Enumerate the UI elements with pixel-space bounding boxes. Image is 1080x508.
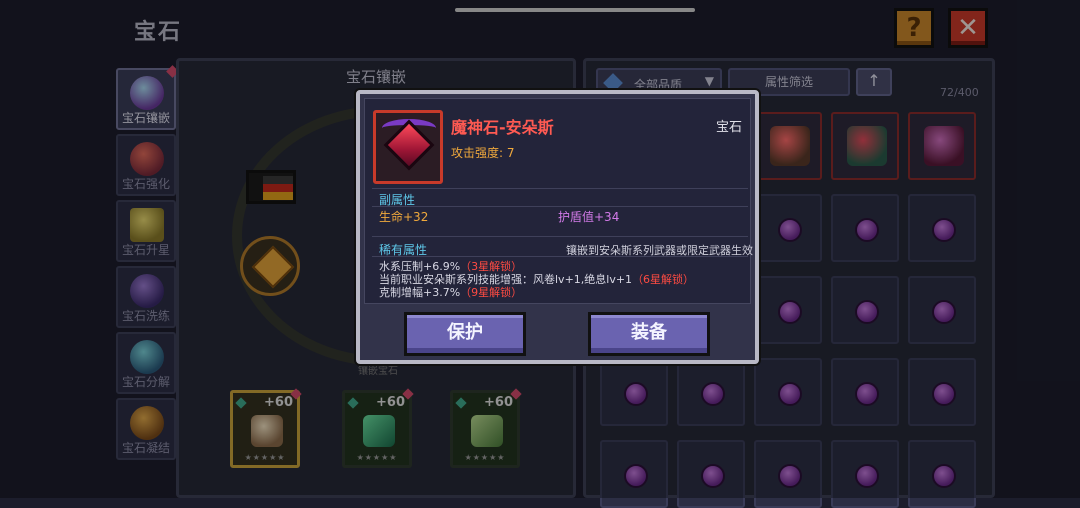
tab-gem-decompose[interactable]: 宝石分解 (116, 332, 176, 394)
help-button[interactable]: ? (894, 8, 934, 48)
item-type: 宝石 (716, 120, 743, 135)
tab-gem-star[interactable]: 宝石升星 (116, 200, 176, 262)
gem-level: +60 (376, 395, 405, 410)
socket-hint: 镶嵌宝石 (358, 366, 398, 377)
inventory-slot[interactable] (908, 276, 976, 344)
inventory-slot[interactable] (908, 358, 976, 426)
color-bar-icon (246, 170, 296, 204)
gem-condense-icon (130, 406, 164, 440)
gem-inlay-icon (130, 76, 164, 110)
quality-diamond-icon (235, 397, 247, 409)
equip-button[interactable]: 装备 (588, 312, 710, 356)
item-icon (373, 110, 443, 184)
quality-diamond-icon (455, 397, 467, 409)
purple-orb-icon (855, 464, 879, 488)
inventory-slot[interactable] (908, 112, 976, 180)
gem-stars: ★★★★★ (356, 453, 398, 462)
inventory-slot[interactable] (908, 194, 976, 262)
gem-level: +60 (264, 395, 293, 410)
gem-level: +60 (484, 395, 513, 410)
inventory-slot[interactable] (600, 358, 668, 426)
inventory-slot[interactable] (831, 276, 899, 344)
gem-socket-slot[interactable] (240, 236, 300, 296)
gem-item-icon (847, 126, 887, 166)
divider (372, 188, 748, 189)
purple-orb-icon (778, 218, 802, 242)
divider (372, 206, 748, 207)
purple-orb-icon (778, 300, 802, 324)
top-handle (455, 8, 695, 12)
gem-icon (251, 415, 283, 447)
gem-icon (363, 415, 395, 447)
inventory-slot[interactable] (831, 194, 899, 262)
purple-orb-icon (855, 218, 879, 242)
sort-arrow-icon[interactable]: ↑ (856, 68, 892, 96)
purple-orb-icon (855, 300, 879, 324)
gem-decompose-icon (130, 340, 164, 374)
stat-hp: 生命+32 (379, 210, 429, 224)
purple-orb-icon (778, 464, 802, 488)
gem-card[interactable]: +60 ★★★★★ (230, 388, 302, 468)
inventory-slot[interactable] (754, 358, 822, 426)
item-attack: 攻击强度: 7 (451, 146, 515, 160)
tab-label: 宝石洗练 (121, 309, 170, 323)
inventory-slot[interactable] (677, 358, 745, 426)
purple-orb-icon (778, 382, 802, 406)
tab-gem-condense[interactable]: 宝石凝结 (116, 398, 176, 460)
tab-label: 宝石升星 (121, 243, 170, 257)
purple-orb-icon (855, 382, 879, 406)
gem-item-icon (770, 126, 810, 166)
close-button[interactable]: ✕ (948, 8, 988, 48)
chevron-down-icon: ▼ (704, 74, 714, 88)
inventory-slot[interactable] (754, 194, 822, 262)
gem-enhance-icon (130, 142, 164, 176)
gem-item-icon (924, 126, 964, 166)
purple-orb-icon (701, 464, 725, 488)
tab-label: 宝石镶嵌 (121, 111, 170, 125)
rare-attr-line: 克制增幅+3.7%（9星解锁） (379, 284, 522, 300)
purple-orb-icon (701, 382, 725, 406)
purple-orb-icon (932, 382, 956, 406)
purple-orb-icon (932, 464, 956, 488)
inventory-count: 72/400 (940, 86, 979, 99)
inventory-slot[interactable] (754, 276, 822, 344)
gem-stars: ★★★★★ (464, 453, 506, 462)
star-icon (130, 208, 164, 242)
inventory-slot[interactable] (754, 112, 822, 180)
purple-orb-icon (624, 382, 648, 406)
gem-card[interactable]: +60 ★★★★★ (342, 388, 414, 468)
tab-gem-reroll[interactable]: 宝石洗练 (116, 266, 176, 328)
stat-shield: 护盾值+34 (558, 210, 620, 224)
inventory-slot[interactable] (831, 358, 899, 426)
tab-gem-inlay[interactable]: 宝石镶嵌 (116, 65, 179, 130)
tab-label: 宝石凝结 (121, 441, 170, 455)
protect-button[interactable]: 保护 (404, 312, 526, 356)
gem-icon (471, 415, 503, 447)
purple-orb-icon (932, 300, 956, 324)
gem-stars: ★★★★★ (244, 453, 286, 462)
item-name: 魔神石-安朵斯 (451, 118, 554, 137)
inventory-slot[interactable] (831, 112, 899, 180)
unlock-condition: （6星解锁） (632, 273, 695, 286)
purple-orb-icon (624, 464, 648, 488)
page-title: 宝石 (134, 20, 183, 45)
divider (372, 236, 748, 237)
purple-orb-icon (932, 218, 956, 242)
rare-attr-text: 克制增幅+3.7% (379, 286, 461, 299)
tab-label: 宝石强化 (121, 177, 170, 191)
tab-label: 宝石分解 (121, 375, 170, 389)
divider (372, 256, 748, 257)
unlock-condition: （9星解锁） (460, 286, 523, 299)
gem-card[interactable]: +60 ★★★★★ (450, 388, 522, 468)
tab-gem-enhance[interactable]: 宝石强化 (116, 134, 176, 196)
gem-reroll-icon (130, 274, 164, 308)
inlay-panel-title: 宝石镶嵌 (345, 68, 406, 86)
quality-diamond-icon (347, 397, 359, 409)
